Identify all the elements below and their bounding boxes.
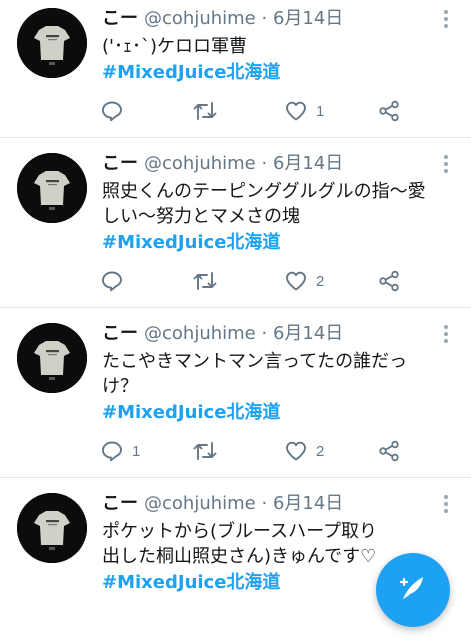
- tweet-text: たこやきマントマン言ってたの誰だっけ？: [102, 351, 408, 397]
- more-options-icon[interactable]: [443, 495, 449, 515]
- more-options-icon[interactable]: [443, 10, 449, 30]
- retweet-button[interactable]: [192, 267, 226, 295]
- reply-button[interactable]: [100, 267, 132, 295]
- like-button[interactable]: 2: [284, 437, 324, 465]
- display-name[interactable]: こー: [102, 323, 138, 344]
- reply-button[interactable]: [100, 97, 132, 125]
- tweet[interactable]: こー @cohjuhime · 6月14日 照史くんのテーピンググルグルの指〜愛し…: [0, 138, 471, 308]
- share-icon: [377, 269, 401, 293]
- tweet-text: ('･ｪ･`)ケロロ軍曹: [102, 36, 247, 57]
- share-icon: [377, 439, 401, 463]
- user-handle[interactable]: @cohjuhime: [144, 323, 256, 344]
- tweet-header: こー @cohjuhime · 6月14日: [102, 151, 343, 177]
- share-icon: [377, 99, 401, 123]
- separator-dot: ·: [261, 493, 268, 514]
- display-name[interactable]: こー: [102, 8, 138, 29]
- more-options-icon[interactable]: [443, 155, 449, 175]
- tweet-date[interactable]: 6月14日: [273, 323, 343, 344]
- like-count: 2: [316, 442, 325, 460]
- heart-icon: [284, 99, 308, 123]
- reply-button[interactable]: 1: [100, 437, 140, 465]
- tweet-header: こー @cohjuhime · 6月14日: [102, 6, 343, 32]
- display-name[interactable]: こー: [102, 153, 138, 174]
- share-button[interactable]: [377, 437, 401, 465]
- like-count: 1: [316, 102, 325, 120]
- timeline: こー @cohjuhime · 6月14日 ('･ｪ･`)ケロロ軍曹 #Mixed…: [0, 0, 471, 640]
- tweet[interactable]: こー @cohjuhime · 6月14日 ('･ｪ･`)ケロロ軍曹 #Mixed…: [0, 0, 471, 138]
- share-button[interactable]: [377, 267, 401, 295]
- tweet-actions: 1: [100, 97, 420, 125]
- reply-icon: [100, 269, 124, 293]
- compose-tweet-icon: [397, 572, 429, 608]
- avatar[interactable]: [17, 323, 87, 393]
- tweet-date[interactable]: 6月14日: [273, 493, 343, 514]
- retweet-icon: [192, 439, 218, 463]
- tweet-text: ポケットから(ブルースハープ取り出した桐山照史さん)きゅんです♡: [102, 521, 378, 567]
- user-handle[interactable]: @cohjuhime: [144, 153, 256, 174]
- avatar[interactable]: [17, 493, 87, 563]
- separator-dot: ·: [261, 323, 268, 344]
- more-options-icon[interactable]: [443, 325, 449, 345]
- retweet-icon: [192, 269, 218, 293]
- hashtag-link[interactable]: #MixedJuice北海道: [102, 230, 280, 255]
- compose-tweet-button[interactable]: [376, 553, 450, 627]
- retweet-icon: [192, 99, 218, 123]
- tweet-header: こー @cohjuhime · 6月14日: [102, 321, 343, 347]
- reply-icon: [100, 99, 124, 123]
- tweet-header: こー @cohjuhime · 6月14日: [102, 491, 343, 517]
- hashtag-link[interactable]: #MixedJuice北海道: [102, 570, 280, 595]
- user-handle[interactable]: @cohjuhime: [144, 8, 256, 29]
- like-button[interactable]: 1: [284, 97, 324, 125]
- tweet-date[interactable]: 6月14日: [273, 153, 343, 174]
- reply-icon: [100, 439, 124, 463]
- heart-icon: [284, 439, 308, 463]
- like-count: 2: [316, 272, 325, 290]
- tweet-text: 照史くんのテーピンググルグルの指〜愛しい〜努力とマメさの塊: [102, 181, 426, 227]
- avatar[interactable]: [17, 153, 87, 223]
- separator-dot: ·: [261, 153, 268, 174]
- separator-dot: ·: [261, 8, 268, 29]
- tweet-date[interactable]: 6月14日: [273, 8, 343, 29]
- tweet[interactable]: こー @cohjuhime · 6月14日 たこやきマントマン言ってたの誰だっけ？…: [0, 308, 471, 478]
- avatar[interactable]: [17, 8, 87, 78]
- display-name[interactable]: こー: [102, 493, 138, 514]
- like-button[interactable]: 2: [284, 267, 324, 295]
- retweet-button[interactable]: [192, 97, 226, 125]
- heart-icon: [284, 269, 308, 293]
- share-button[interactable]: [377, 97, 401, 125]
- tweet-actions: 2: [100, 267, 420, 295]
- reply-count: 1: [132, 442, 141, 460]
- hashtag-link[interactable]: #MixedJuice北海道: [102, 60, 280, 85]
- retweet-button[interactable]: [192, 437, 226, 465]
- tweet-actions: 1 2: [100, 437, 420, 465]
- user-handle[interactable]: @cohjuhime: [144, 493, 256, 514]
- hashtag-link[interactable]: #MixedJuice北海道: [102, 400, 280, 425]
